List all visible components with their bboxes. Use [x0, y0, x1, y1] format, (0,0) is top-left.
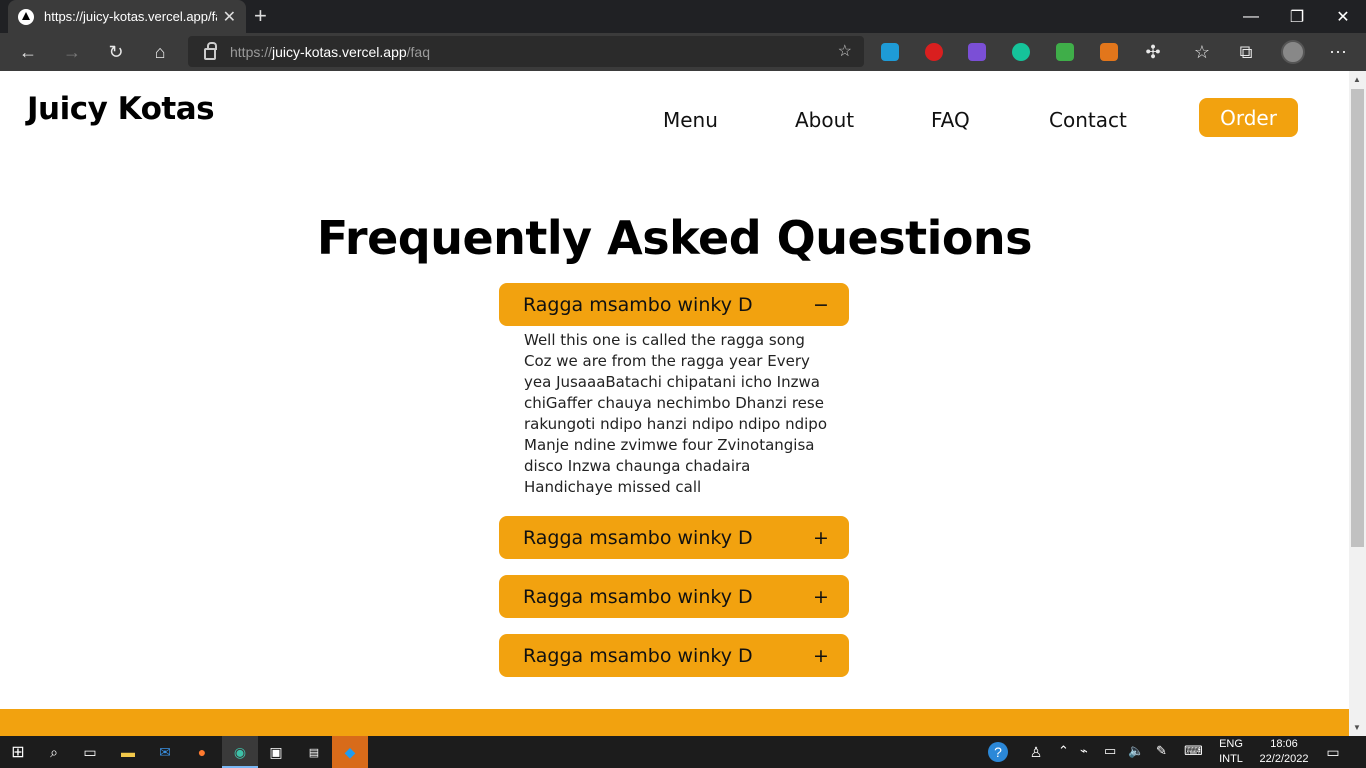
- volume-icon[interactable]: 🔈: [1128, 743, 1144, 759]
- nav-about[interactable]: About: [795, 108, 854, 132]
- address-bar[interactable]: https://juicy-kotas.vercel.app/faq ☆: [188, 36, 864, 67]
- minimize-icon[interactable]: —: [1228, 0, 1274, 33]
- add-favorite-icon[interactable]: ☆: [838, 41, 852, 61]
- firefox-icon[interactable]: ●: [192, 742, 212, 762]
- mail-icon[interactable]: ✉: [155, 742, 175, 762]
- question-text: Ragga msambo winky D: [523, 585, 753, 608]
- file-explorer-icon[interactable]: ▬: [118, 742, 138, 762]
- extension-pattern-icon[interactable]: [968, 43, 986, 61]
- clock-date: 22/2/2022: [1259, 753, 1309, 765]
- scroll-down-icon[interactable]: ▼: [1353, 723, 1361, 732]
- nav-menu[interactable]: Menu: [663, 108, 718, 132]
- tray-chevron-icon[interactable]: ⌃: [1058, 743, 1069, 759]
- new-tab-icon[interactable]: +: [254, 4, 267, 28]
- restore-icon[interactable]: ❐: [1274, 0, 1320, 33]
- home-icon[interactable]: ⌂: [146, 38, 174, 66]
- browser-tab-strip: https://juicy-kotas.vercel.app/faq ✕ + —…: [0, 0, 1366, 33]
- task-view-icon[interactable]: ▭: [80, 742, 100, 762]
- order-button[interactable]: Order: [1199, 98, 1298, 137]
- lang-code: ENG: [1219, 738, 1243, 750]
- page-scrollbar[interactable]: ▲ ▼: [1349, 71, 1366, 736]
- page-title: Frequently Asked Questions: [316, 211, 1033, 265]
- edge-icon[interactable]: ◉: [230, 742, 250, 762]
- question-text: Ragga msambo winky D: [523, 293, 753, 316]
- question-text: Ragga msambo winky D: [523, 526, 753, 549]
- scrollbar-thumb[interactable]: [1351, 89, 1364, 547]
- url-host: juicy-kotas.vercel.app: [272, 43, 407, 60]
- scroll-up-icon[interactable]: ▲: [1353, 75, 1361, 84]
- browser-tab[interactable]: https://juicy-kotas.vercel.app/faq ✕: [8, 0, 246, 33]
- collapse-icon: −: [813, 293, 829, 316]
- window-close-icon[interactable]: ✕: [1320, 0, 1366, 33]
- extension-adblock-icon[interactable]: [925, 43, 943, 61]
- expand-icon: +: [813, 585, 829, 608]
- os-taskbar: ⊞ ⌕ ▭ ▬ ✉ ● ◉ ▣ ▤ ◆ ? ♙ ⌃ ⌁ ▭ 🔈 ✎ ⌨ ENG …: [0, 736, 1366, 768]
- people-icon[interactable]: ♙: [1026, 742, 1046, 762]
- faq-question-4[interactable]: Ragga msambo winky D +: [499, 634, 849, 677]
- notifications-icon[interactable]: ▭: [1323, 742, 1343, 762]
- vscode-icon[interactable]: ◆: [340, 742, 360, 762]
- lock-icon: [204, 41, 217, 60]
- more-menu-icon[interactable]: ⋯: [1324, 38, 1352, 66]
- input-language[interactable]: ENG INTL: [1214, 737, 1248, 767]
- search-icon[interactable]: ⌕: [44, 742, 64, 762]
- forward-icon[interactable]: →: [58, 38, 86, 66]
- system-clock[interactable]: 18:06 22/2/2022: [1254, 737, 1314, 767]
- extension-translate-icon[interactable]: [881, 43, 899, 61]
- faq-answer-1: Well this one is called the ragga song C…: [524, 331, 828, 496]
- tab-close-icon[interactable]: ✕: [223, 7, 236, 27]
- browser-toolbar: ← → ↻ ⌂ https://juicy-kotas.vercel.app/f…: [0, 33, 1366, 71]
- page-viewport: Juicy Kotas Menu About FAQ Contact Order…: [0, 71, 1349, 736]
- question-text: Ragga msambo winky D: [523, 644, 753, 667]
- back-icon[interactable]: ←: [14, 38, 42, 66]
- favorites-icon[interactable]: ☆: [1188, 38, 1216, 66]
- keyboard-icon[interactable]: ⌨: [1184, 743, 1203, 759]
- network-icon[interactable]: ⌁: [1080, 743, 1088, 759]
- windows-start-icon[interactable]: ⊞: [8, 742, 28, 762]
- site-favicon-icon: [18, 8, 34, 25]
- help-icon[interactable]: ?: [988, 742, 1008, 762]
- extension-metamask-icon[interactable]: [1100, 43, 1118, 61]
- brand-logo[interactable]: Juicy Kotas: [27, 91, 215, 127]
- faq-question-2[interactable]: Ragga msambo winky D +: [499, 516, 849, 559]
- url-path: /faq: [406, 43, 431, 60]
- faq-question-1[interactable]: Ragga msambo winky D −: [499, 283, 849, 326]
- extensions-puzzle-icon[interactable]: ✣: [1139, 38, 1167, 66]
- nav-contact[interactable]: Contact: [1049, 108, 1127, 132]
- battery-icon[interactable]: ▭: [1104, 743, 1116, 759]
- expand-icon: +: [813, 526, 829, 549]
- clock-time: 18:06: [1270, 738, 1298, 750]
- footer: [0, 709, 1349, 736]
- extension-grammarly-icon[interactable]: [1012, 43, 1030, 61]
- collections-icon[interactable]: ⧉: [1232, 38, 1260, 66]
- store-icon[interactable]: ▣: [266, 742, 286, 762]
- terminal-icon[interactable]: ▤: [304, 742, 324, 762]
- expand-icon: +: [813, 644, 829, 667]
- url-scheme: https://: [230, 43, 273, 60]
- profile-avatar[interactable]: [1281, 40, 1305, 64]
- nav-faq[interactable]: FAQ: [931, 108, 970, 132]
- lang-layout: INTL: [1219, 753, 1243, 765]
- faq-question-3[interactable]: Ragga msambo winky D +: [499, 575, 849, 618]
- extension-green-icon[interactable]: [1056, 43, 1074, 61]
- refresh-icon[interactable]: ↻: [102, 38, 130, 66]
- tab-title: https://juicy-kotas.vercel.app/faq: [44, 9, 217, 24]
- pen-icon[interactable]: ✎: [1156, 743, 1167, 759]
